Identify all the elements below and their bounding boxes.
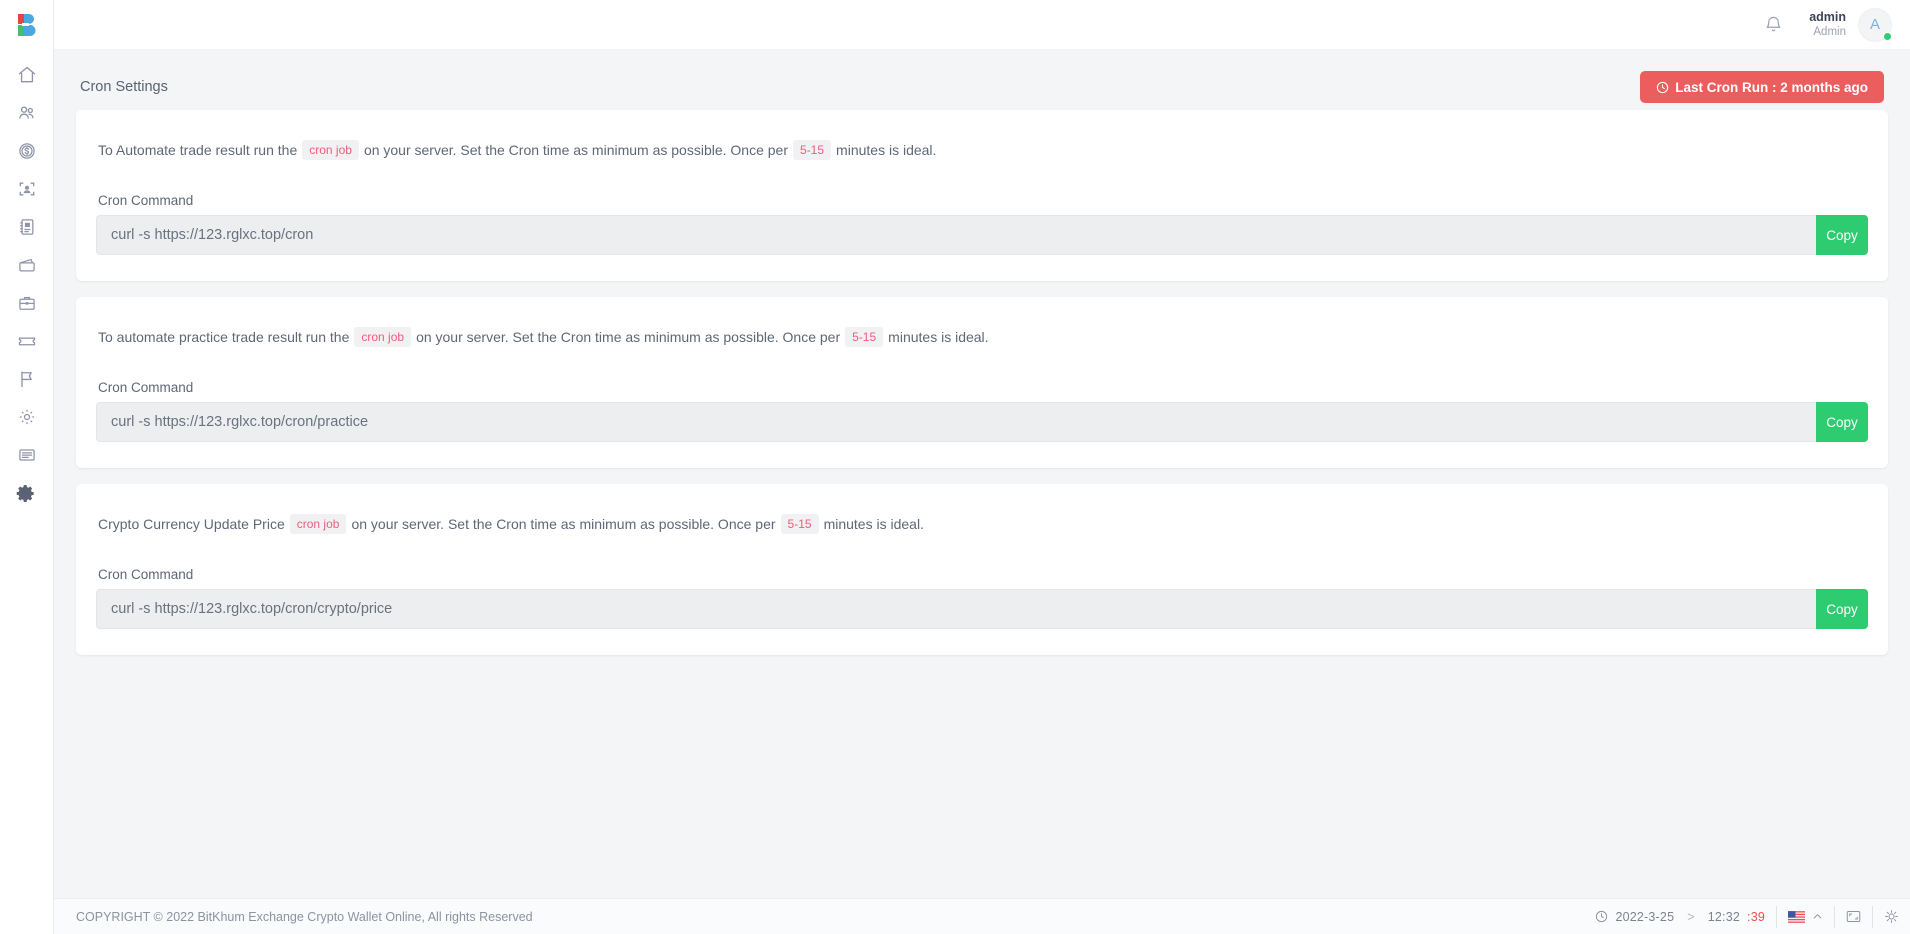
sidebar-item-users[interactable] [0,94,54,132]
tray-separator: > [1687,909,1695,924]
cron-command-input[interactable] [96,402,1816,442]
cron-command-label: Cron Command [98,193,194,208]
avatar-wrap: A [1858,7,1892,42]
copy-button[interactable]: Copy [1816,589,1868,629]
topbar: admin Admin A [54,0,1910,50]
cron-card-practice-trade: To automate practice trade result run th… [76,297,1888,468]
notification-bell-button[interactable] [1764,15,1783,34]
tray-display[interactable] [1834,905,1872,928]
system-tray: 2022-3-25 > 12:32 :39 [1584,899,1910,934]
brightness-icon [1885,910,1898,923]
desc-after: minutes is ideal. [823,516,924,532]
logo-b-icon [18,14,36,36]
cron-command-row: Copy [96,589,1868,629]
tray-time-seconds: :39 [1747,909,1765,924]
clock-icon [1596,910,1608,923]
desc-after: minutes is ideal. [888,329,989,345]
cron-command-input[interactable] [96,215,1816,255]
sidebar-item-portfolio[interactable] [0,284,54,322]
main-column: admin Admin A Cron Settings Last Cron Ru… [54,0,1910,934]
cron-command-label: Cron Command [98,380,194,395]
desc-middle: on your server. Set the Cron time as min… [363,142,789,158]
page-title: Cron Settings [80,79,168,95]
tray-date: 2022-3-25 [1615,909,1675,924]
page-header: Cron Settings Last Cron Run : 2 months a… [76,64,1888,110]
cron-job-tag: cron job [354,327,412,347]
user-role: Admin [1813,26,1846,39]
cron-job-tag: cron job [289,514,347,534]
briefcase-icon [18,296,35,310]
clock-icon [1657,81,1669,93]
app-root: admin Admin A Cron Settings Last Cron Ru… [0,0,1910,934]
cron-command-row: Copy [96,215,1868,255]
footer-bar: COPYRIGHT © 2022 BitKhum Exchange Crypto… [54,898,1910,934]
screen-icon-button[interactable] [1846,910,1861,923]
minutes-tag: 5-15 [845,327,884,347]
flag-icon [20,371,32,388]
cron-command-label: Cron Command [98,567,194,582]
minutes-tag: 5-15 [793,140,832,160]
last-cron-run-label: Last Cron Run : 2 months ago [1675,79,1868,95]
tray-brightness[interactable] [1872,905,1910,928]
desc-before: Crypto Currency Update Price [98,516,285,532]
sidebar-item-kyc[interactable] [0,170,54,208]
cron-command-input[interactable] [96,589,1816,629]
cron-card-trade-result: To Automate trade result run the cron jo… [76,110,1888,281]
app-logo[interactable] [0,0,54,50]
screen-icon [1846,911,1861,922]
copy-button[interactable]: Copy [1816,402,1868,442]
caret-up-icon [1813,914,1822,919]
sidebar-item-tickets[interactable] [0,322,54,360]
bell-icon [1766,16,1781,32]
tray-language[interactable] [1776,905,1834,928]
user-text: admin Admin [1809,10,1846,40]
desc-after: minutes is ideal. [836,142,937,158]
sidebar-item-contacts[interactable] [0,208,54,246]
sidebar [0,0,54,934]
desc-before: To automate practice trade result run th… [98,329,350,345]
last-cron-run-button[interactable]: Last Cron Run : 2 months ago [1640,71,1884,103]
copy-button[interactable]: Copy [1816,215,1868,255]
desc-middle: on your server. Set the Cron time as min… [416,329,841,345]
coin-dollar-icon [18,143,35,159]
desc-middle: on your server. Set the Cron time as min… [351,516,776,532]
cron-job-tag: cron job [302,140,359,160]
kyc-identity-icon [19,182,34,196]
user-menu[interactable]: admin Admin A [1809,7,1892,42]
user-name: admin [1809,9,1846,24]
sidebar-item-reports[interactable] [0,360,54,398]
sidebar-item-settings[interactable] [0,474,54,512]
cron-command-row: Copy [96,402,1868,442]
sidebar-item-preferences[interactable] [0,398,54,436]
sidebar-nav [0,56,54,512]
desc-before: To Automate trade result run the [98,142,298,158]
sidebar-item-dashboard[interactable] [0,56,54,94]
ticket-icon [18,337,35,346]
tray-time: 12:32 [1707,909,1741,924]
copyright-text: COPYRIGHT © 2022 BitKhum Exchange Crypto… [76,909,533,924]
tray-datetime[interactable]: 2022-3-25 > 12:32 :39 [1584,906,1776,928]
us-flag-icon [1788,910,1805,923]
home-icon [18,66,35,83]
sidebar-item-pages[interactable] [0,436,54,474]
card-description: To automate practice trade result run th… [98,327,1868,347]
document-lines-icon [18,449,35,461]
brightness-icon-button[interactable] [1884,909,1899,924]
sidebar-item-wallet[interactable] [0,246,54,284]
cron-card-crypto-price: Crypto Currency Update Price cron job on… [76,484,1888,655]
contact-book-icon [19,219,33,235]
gear-solid-icon [16,484,34,502]
minutes-tag: 5-15 [780,514,819,534]
gear-outline-icon [19,409,34,425]
users-icon [18,106,33,119]
card-description: Crypto Currency Update Price cron job on… [98,514,1868,534]
wallet-icon [18,258,35,272]
sidebar-item-finance[interactable] [0,132,54,170]
card-description: To Automate trade result run the cron jo… [98,140,1868,160]
content-area: Cron Settings Last Cron Run : 2 months a… [54,50,1910,898]
status-online-dot [1883,31,1892,41]
